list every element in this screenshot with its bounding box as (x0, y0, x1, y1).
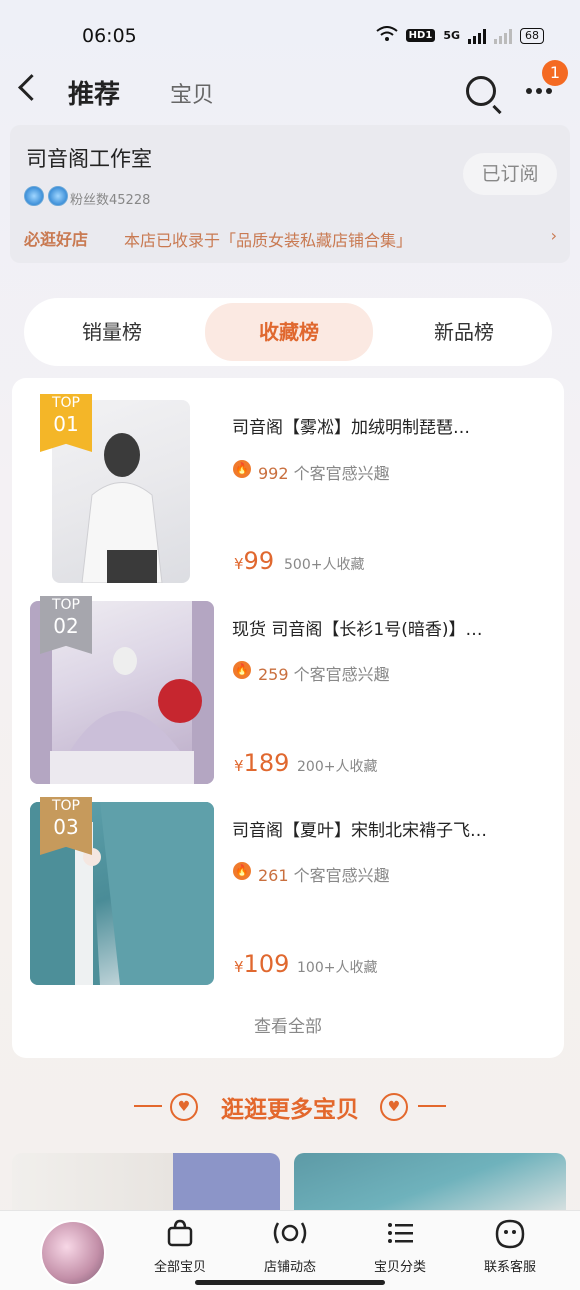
interest-text: 个客官感兴趣 (293, 464, 390, 483)
product-price: ¥99 (234, 547, 275, 575)
product-title[interactable]: 司音阁【雾凇】加绒明制琵琶… (232, 413, 542, 438)
rank-number: 03 (53, 815, 79, 839)
nav-contact-service[interactable]: 联系客服 (462, 1218, 558, 1275)
fire-icon: 🔥 (233, 862, 251, 880)
signal2-icon (494, 28, 512, 44)
hd-icon: HD1 (405, 29, 436, 42)
fire-icon: 🔥 (233, 661, 251, 679)
interest-number: 259 (258, 665, 289, 684)
product-price: ¥189 (234, 749, 290, 777)
network-label: 5G (443, 29, 460, 42)
interest-number: 992 (258, 464, 289, 483)
rank-top-label: TOP (51, 395, 80, 411)
interest-count: 259 个客官感兴趣 (258, 661, 390, 685)
signal-icon (468, 28, 486, 44)
wifi-icon (376, 26, 398, 45)
must-visit-tag[interactable]: 必逛好店 (24, 226, 88, 250)
tab-favorites-rank[interactable]: 收藏榜 (205, 303, 373, 361)
tab-items[interactable]: 宝贝 (170, 77, 214, 109)
chat-icon (462, 1218, 558, 1256)
rank-badge: TOP 03 (40, 797, 92, 855)
collect-count: 100+人收藏 (297, 960, 378, 976)
more-items-title: 逛逛更多宝贝 (221, 1097, 359, 1123)
product-title[interactable]: 司音阁【夏叶】宋制北宋褙子飞… (232, 816, 542, 841)
status-time: 06:05 (82, 25, 137, 47)
battery-icon: 68 (520, 27, 544, 44)
see-all-link[interactable]: 查看全部 (0, 1012, 576, 1037)
interest-count: 992 个客官感兴趣 (258, 460, 390, 484)
status-icons: HD1 5G 68 (376, 26, 544, 45)
nav-all-items[interactable]: 全部宝贝 (132, 1218, 228, 1275)
fans-count: 粉丝数45228 (70, 193, 151, 208)
interest-number: 261 (258, 866, 289, 885)
back-icon[interactable] (18, 74, 45, 101)
bag-icon (132, 1218, 228, 1256)
shop-avatar[interactable] (40, 1220, 106, 1286)
medal-icon (48, 186, 68, 206)
interest-text: 个客官感兴趣 (293, 665, 390, 684)
more-icon[interactable] (526, 88, 552, 94)
list-icon (352, 1218, 448, 1256)
product-title[interactable]: 现货 司音阁【长衫1号(暗香)】… (232, 615, 542, 640)
search-icon[interactable] (466, 76, 496, 106)
rank-number: 02 (53, 614, 79, 638)
nav-shop-feed[interactable]: 店铺动态 (242, 1218, 338, 1275)
rank-top-label: TOP (51, 798, 80, 814)
rank-number: 01 (53, 412, 79, 436)
collect-count: 500+人收藏 (284, 557, 365, 573)
chevron-right-icon[interactable]: › (551, 226, 557, 245)
rank-top-label: TOP (51, 597, 80, 613)
medal-icon (24, 186, 44, 206)
tab-recommend[interactable]: 推荐 (68, 74, 120, 111)
collect-count: 200+人收藏 (297, 759, 378, 775)
tab-sales-rank[interactable]: 销量榜 (44, 312, 180, 368)
nav-categories[interactable]: 宝贝分类 (352, 1218, 448, 1275)
subscribe-button[interactable]: 已订阅 (463, 153, 557, 195)
tab-new-rank[interactable]: 新品榜 (396, 312, 532, 368)
shop-name[interactable]: 司音阁工作室 (26, 143, 152, 173)
product-price: ¥109 (234, 950, 290, 978)
notification-badge: 1 (542, 60, 568, 86)
broadcast-icon (242, 1218, 338, 1256)
home-indicator[interactable] (195, 1280, 385, 1285)
heart-icon: ♥ (380, 1093, 408, 1121)
divider-right (418, 1105, 446, 1107)
fire-icon: 🔥 (233, 460, 251, 478)
interest-text: 个客官感兴趣 (293, 866, 390, 885)
rank-badge: TOP 01 (40, 394, 92, 452)
medal-icons (24, 186, 68, 206)
rank-badge: TOP 02 (40, 596, 92, 654)
must-visit-text[interactable]: 本店已收录于「品质女装私藏店铺合集」 (124, 227, 412, 251)
interest-count: 261 个客官感兴趣 (258, 862, 390, 886)
